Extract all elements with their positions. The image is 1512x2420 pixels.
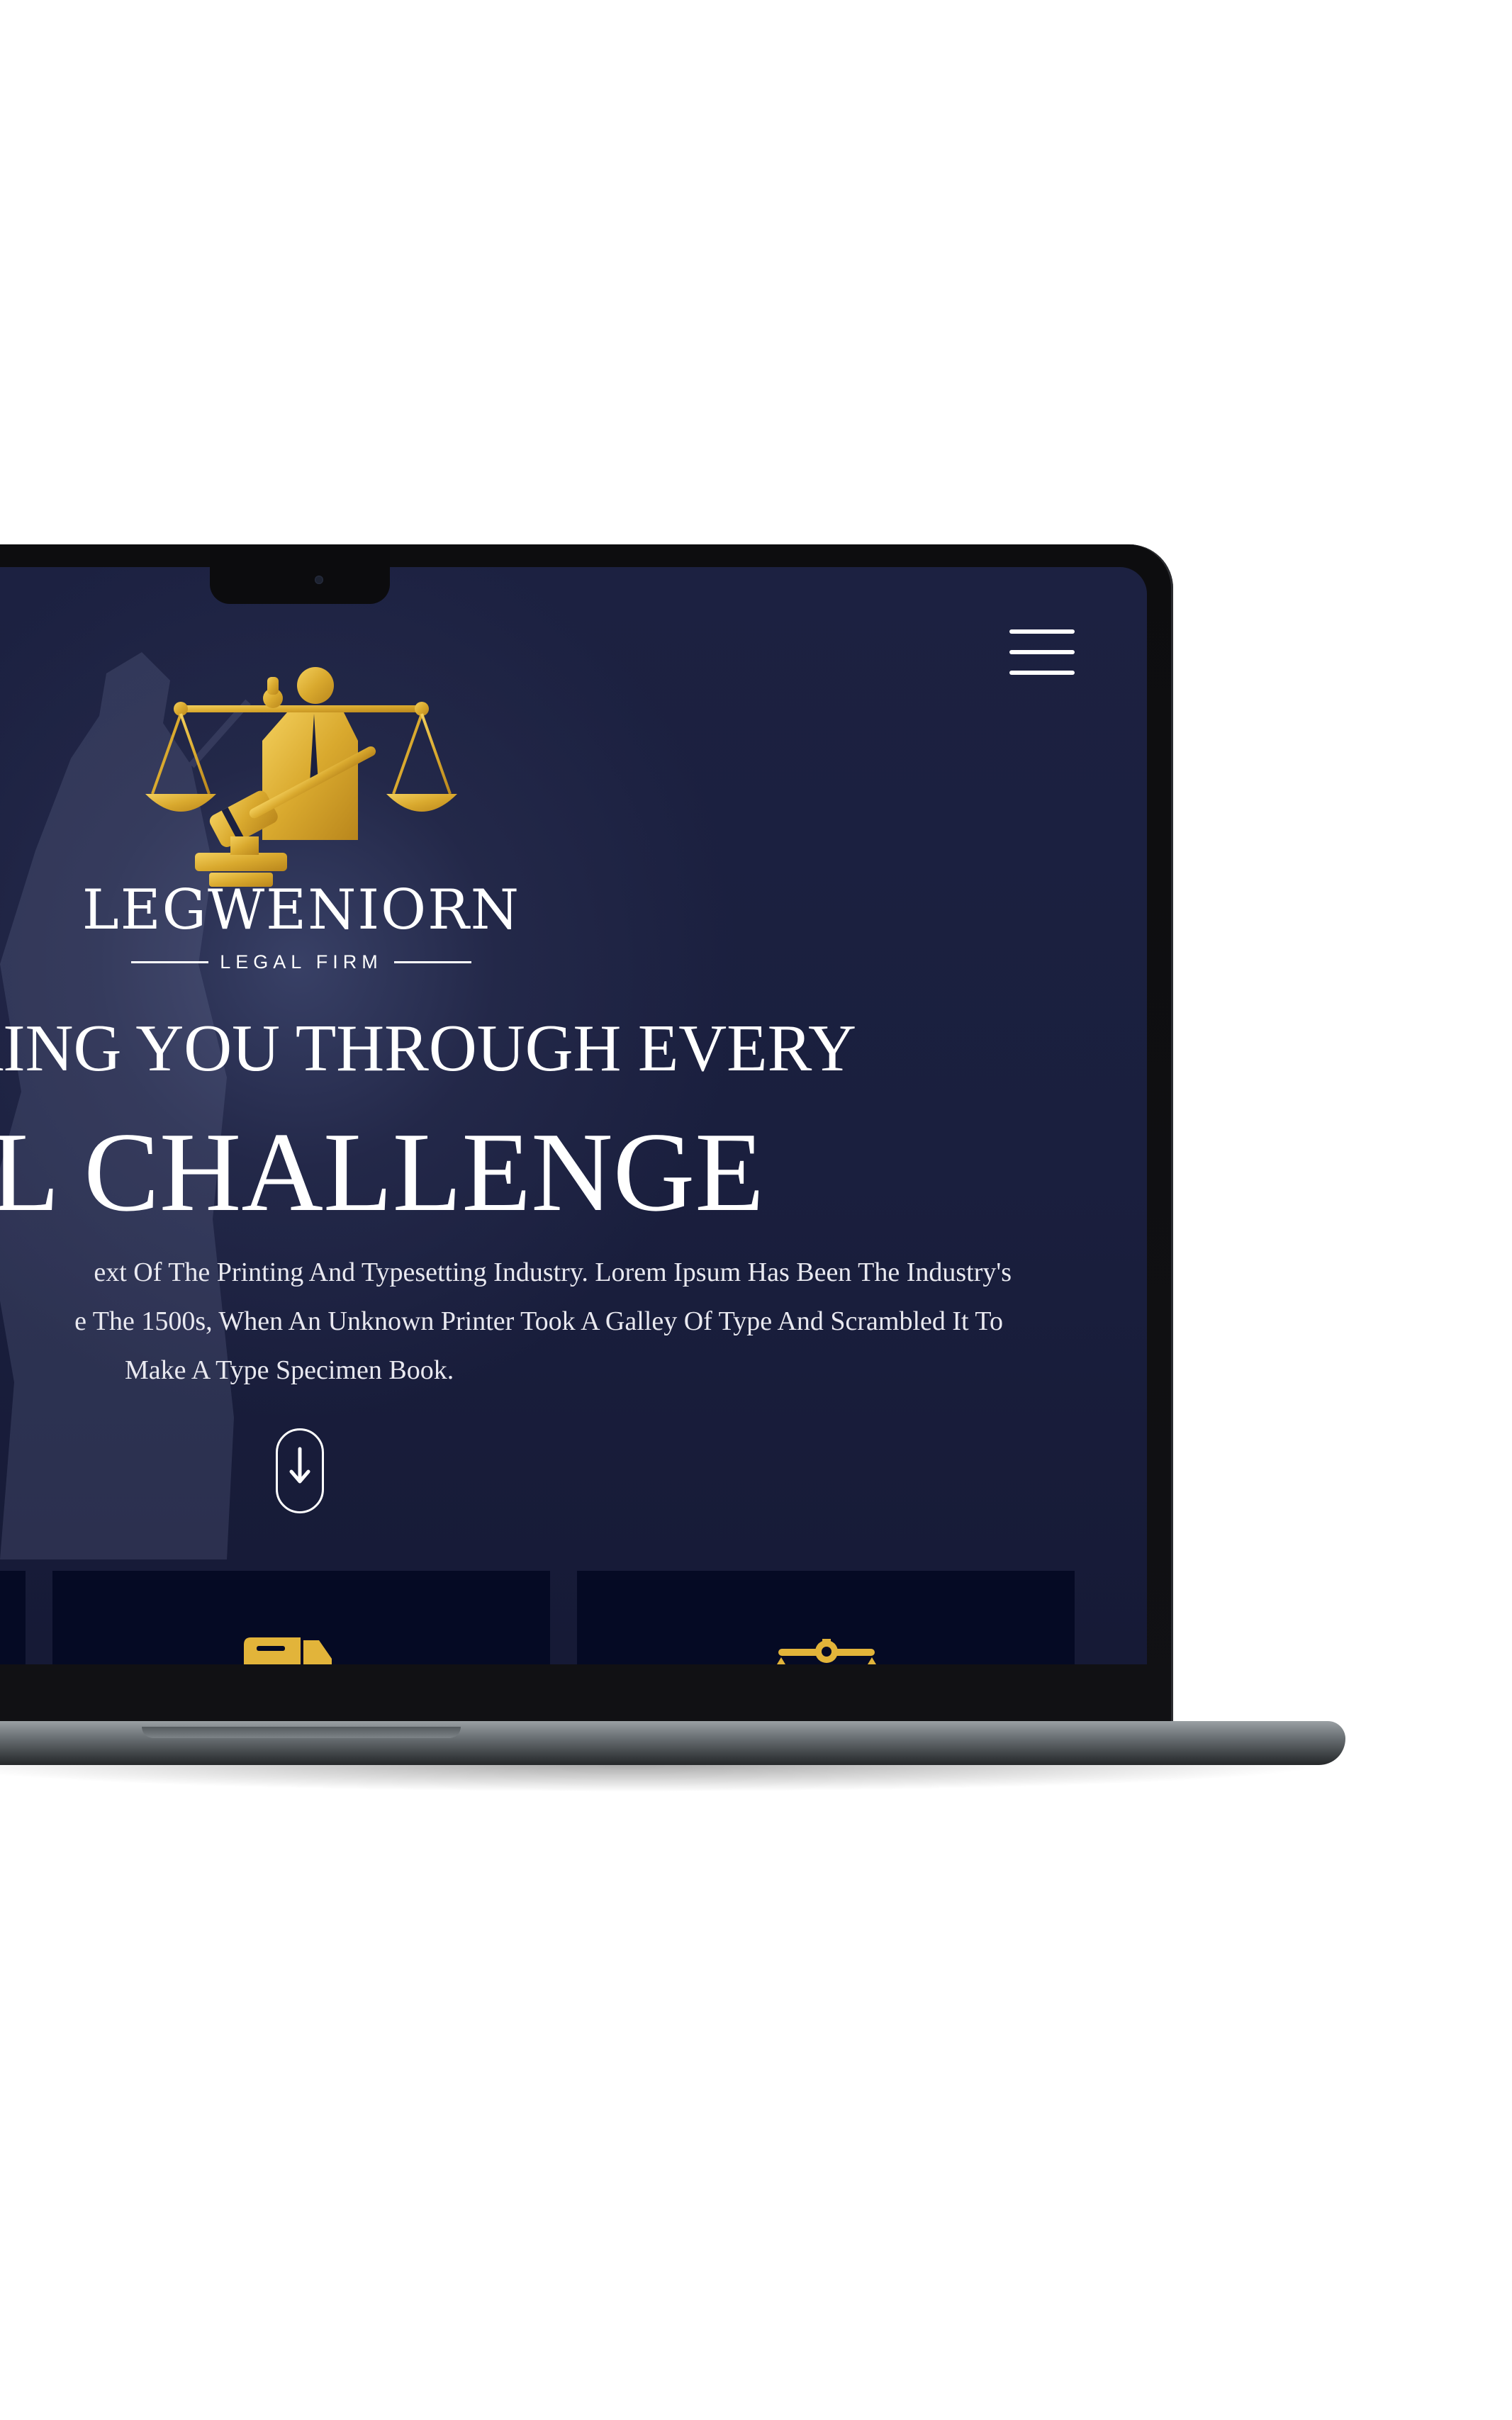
menu-bar-bottom: [1009, 671, 1075, 675]
hero-headline-line2: GAL CHALLENGE: [0, 1109, 764, 1235]
laptop-base-lip: [142, 1727, 461, 1738]
hero-description-line2: e The 1500s, When An Unknown Printer Too…: [74, 1306, 1003, 1336]
scales-of-justice-icon: [145, 667, 457, 887]
divider-left: [131, 960, 209, 963]
hero-headline-line1: ERING YOU THROUGH EVERY: [0, 1012, 856, 1085]
laptop-shadow: [0, 1764, 1333, 1792]
brand-name: LEGWENIORN: [82, 878, 521, 942]
hero-description-line3: Make A Type Specimen Book.: [125, 1355, 454, 1385]
scroll-down-button[interactable]: [276, 1428, 324, 1513]
camera-notch: [210, 546, 390, 604]
scale-award-icon: [777, 1639, 876, 1664]
divider-right: [393, 960, 472, 963]
menu-button[interactable]: [1005, 624, 1079, 680]
arrow-down-icon: [289, 1447, 310, 1484]
brand-subtitle-row: LEGAL FIRM: [131, 948, 472, 976]
truck-icon: [244, 1637, 332, 1664]
page: LEGWENIORN LEGAL FIRM ERING YOU THROUGH …: [0, 0, 1512, 2420]
webcam: [315, 576, 323, 584]
brand-subtitle: LEGAL FIRM: [220, 951, 383, 973]
menu-bar-top: [1009, 629, 1075, 634]
service-card-partial[interactable]: [0, 1571, 26, 1664]
menu-bar-middle: [1009, 650, 1075, 654]
hero-description-line1: ext Of The Printing And Typesetting Indu…: [94, 1257, 1012, 1287]
